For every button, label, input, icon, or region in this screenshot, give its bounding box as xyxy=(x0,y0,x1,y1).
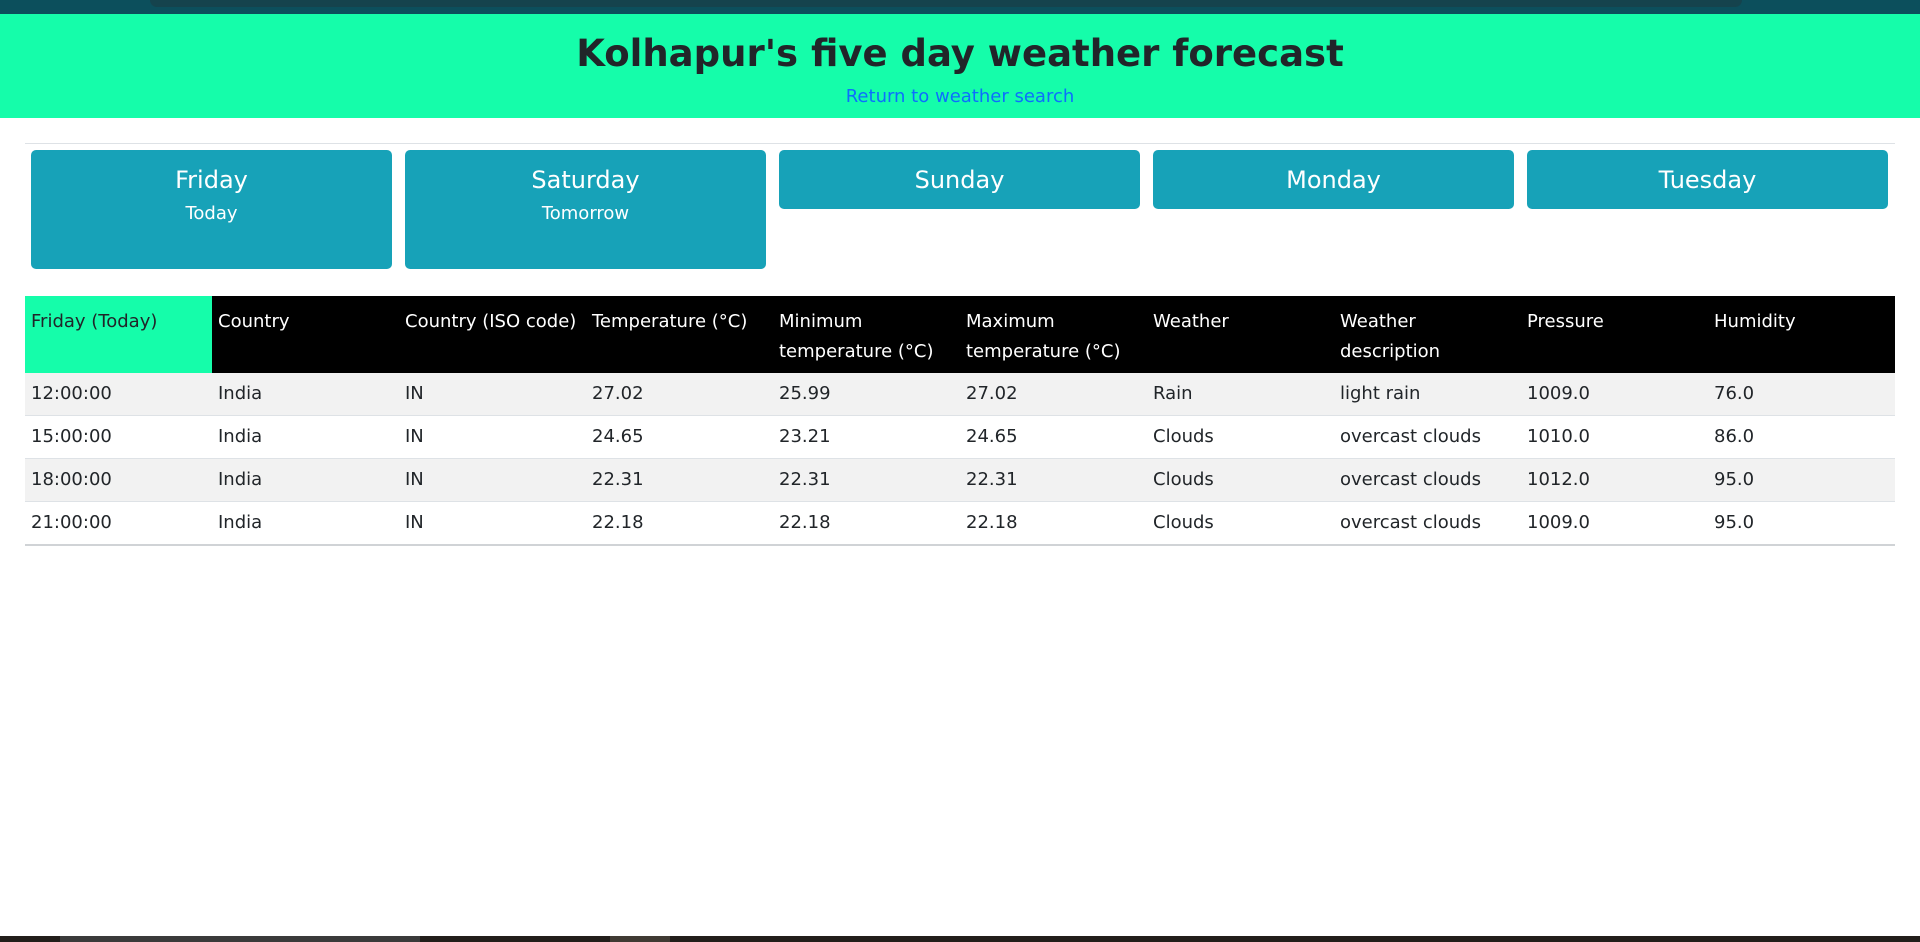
cell-temperature: 22.31 xyxy=(586,458,773,502)
column-header-weather-description: Weather description xyxy=(1334,296,1521,373)
cell-temperature: 24.65 xyxy=(586,415,773,459)
day-name: Saturday xyxy=(531,166,640,194)
cell-weather-description: overcast clouds xyxy=(1334,458,1521,502)
cell-weather-description: overcast clouds xyxy=(1334,415,1521,459)
os-taskbar xyxy=(0,936,1920,942)
day-button-friday[interactable]: Friday Today xyxy=(31,150,392,269)
cell-pressure: 1010.0 xyxy=(1521,415,1708,459)
day-name: Friday xyxy=(175,166,248,194)
cell-time: 18:00:00 xyxy=(25,458,212,502)
cell-min-temperature: 23.21 xyxy=(773,415,960,459)
browser-top-bar xyxy=(0,0,1920,14)
day-name: Tuesday xyxy=(1658,166,1757,194)
cell-humidity: 76.0 xyxy=(1708,373,1895,416)
table-header-row: Friday (Today) Country Country (ISO code… xyxy=(25,296,1895,373)
day-name: Monday xyxy=(1286,166,1381,194)
cell-weather: Clouds xyxy=(1147,415,1334,459)
day-tabs: Friday Today Saturday Tomorrow Sunday Mo… xyxy=(31,150,1889,270)
cell-time: 15:00:00 xyxy=(25,415,212,459)
table-row: 21:00:00 India IN 22.18 22.18 22.18 Clou… xyxy=(25,501,1895,546)
cell-iso-code: IN xyxy=(399,458,586,502)
cell-min-temperature: 22.18 xyxy=(773,501,960,546)
cell-country: India xyxy=(212,415,399,459)
day-subtitle: Today xyxy=(185,203,238,224)
cell-pressure: 1012.0 xyxy=(1521,458,1708,502)
column-header-max-temperature: Maximum temperature (°C) xyxy=(960,296,1147,373)
column-header-humidity: Humidity xyxy=(1708,296,1895,373)
cell-max-temperature: 22.18 xyxy=(960,501,1147,546)
column-header-min-temperature: Minimum temperature (°C) xyxy=(773,296,960,373)
cell-weather-description: light rain xyxy=(1334,373,1521,416)
cell-country: India xyxy=(212,501,399,546)
cell-humidity: 95.0 xyxy=(1708,501,1895,546)
browser-url-bar[interactable] xyxy=(150,0,1742,7)
cell-humidity: 95.0 xyxy=(1708,458,1895,502)
cell-iso-code: IN xyxy=(399,415,586,459)
cell-time: 12:00:00 xyxy=(25,373,212,416)
cell-max-temperature: 27.02 xyxy=(960,373,1147,416)
column-header-temperature: Temperature (°C) xyxy=(586,296,773,373)
forecast-table: Friday (Today) Country Country (ISO code… xyxy=(25,296,1895,546)
day-button-saturday[interactable]: Saturday Tomorrow xyxy=(405,150,766,269)
taskbar-item[interactable] xyxy=(610,936,670,942)
cell-weather-description: overcast clouds xyxy=(1334,501,1521,546)
return-to-search-link[interactable]: Return to weather search xyxy=(0,85,1920,109)
cell-iso-code: IN xyxy=(399,501,586,546)
table-row: 15:00:00 India IN 24.65 23.21 24.65 Clou… xyxy=(25,415,1895,459)
column-header-pressure: Pressure xyxy=(1521,296,1708,373)
cell-temperature: 22.18 xyxy=(586,501,773,546)
column-header-day: Friday (Today) xyxy=(25,296,212,373)
day-subtitle: Tomorrow xyxy=(541,203,630,224)
cell-pressure: 1009.0 xyxy=(1521,501,1708,546)
cell-country: India xyxy=(212,458,399,502)
cell-humidity: 86.0 xyxy=(1708,415,1895,459)
cell-country: India xyxy=(212,373,399,416)
day-name: Sunday xyxy=(914,166,1005,194)
day-button-tuesday[interactable]: Tuesday xyxy=(1527,150,1888,209)
cell-min-temperature: 25.99 xyxy=(773,373,960,416)
taskbar-item[interactable] xyxy=(60,936,420,942)
cell-min-temperature: 22.31 xyxy=(773,458,960,502)
cell-weather: Clouds xyxy=(1147,501,1334,546)
cell-iso-code: IN xyxy=(399,373,586,416)
divider xyxy=(25,143,1895,144)
column-header-country: Country xyxy=(212,296,399,373)
cell-max-temperature: 22.31 xyxy=(960,458,1147,502)
day-button-sunday[interactable]: Sunday xyxy=(779,150,1140,209)
cell-weather: Rain xyxy=(1147,373,1334,416)
page-header: Kolhapur's five day weather forecast Ret… xyxy=(0,14,1920,118)
table-row: 18:00:00 India IN 22.31 22.31 22.31 Clou… xyxy=(25,458,1895,502)
cell-weather: Clouds xyxy=(1147,458,1334,502)
cell-temperature: 27.02 xyxy=(586,373,773,416)
column-header-iso-code: Country (ISO code) xyxy=(399,296,586,373)
day-button-monday[interactable]: Monday xyxy=(1153,150,1514,209)
page-title: Kolhapur's five day weather forecast xyxy=(576,32,1344,75)
cell-max-temperature: 24.65 xyxy=(960,415,1147,459)
column-header-weather: Weather xyxy=(1147,296,1334,373)
cell-pressure: 1009.0 xyxy=(1521,373,1708,416)
cell-time: 21:00:00 xyxy=(25,501,212,546)
table-row: 12:00:00 India IN 27.02 25.99 27.02 Rain… xyxy=(25,373,1895,416)
